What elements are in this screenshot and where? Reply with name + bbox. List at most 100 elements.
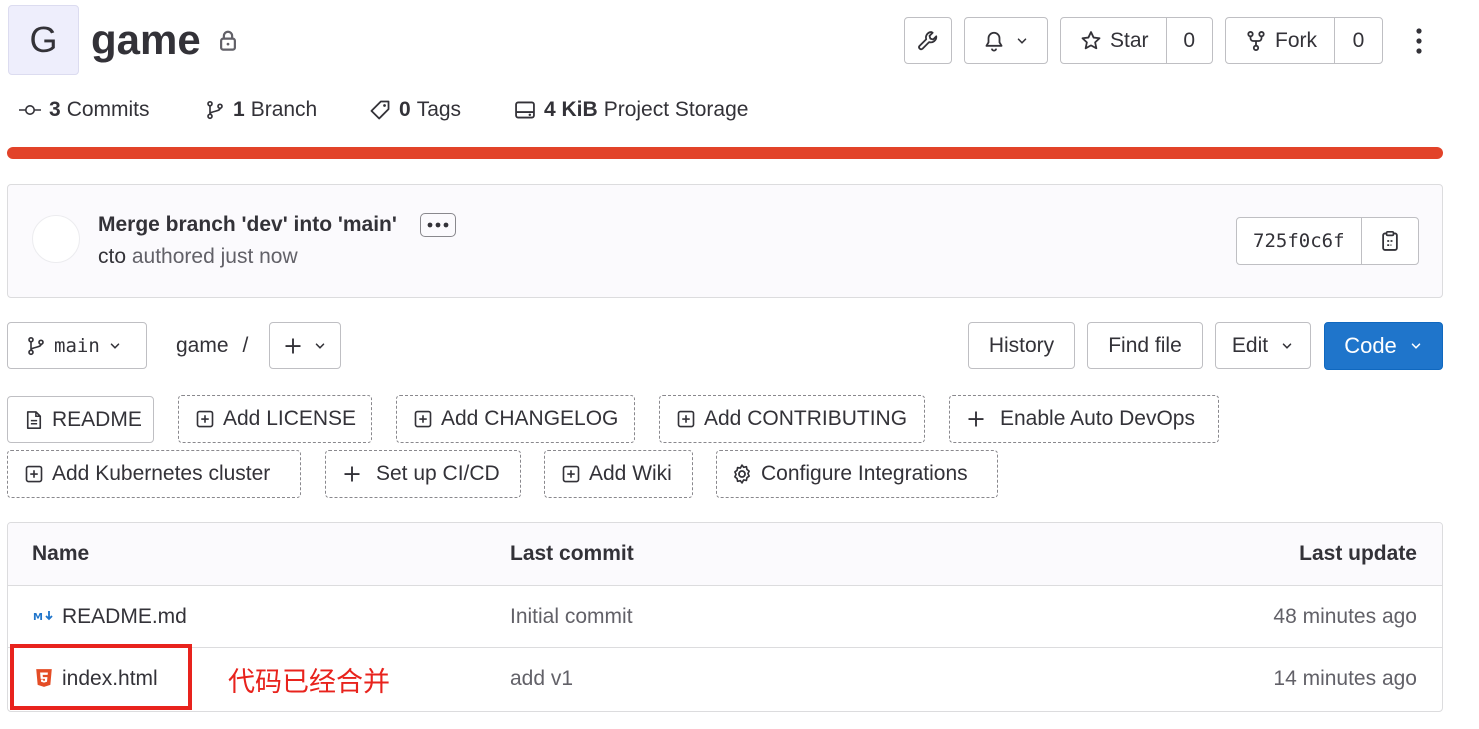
plus-icon	[342, 464, 362, 484]
shortcut-label: Enable Auto DevOps	[1000, 407, 1195, 430]
last-commit-panel: Merge branch 'dev' into 'main' cto autho…	[7, 184, 1443, 298]
code-dropdown[interactable]: Code	[1324, 322, 1443, 370]
find-file-button[interactable]: Find file	[1087, 322, 1203, 369]
code-label: Code	[1344, 333, 1397, 358]
add-license-button[interactable]: Add LICENSE	[178, 395, 372, 443]
fork-label: Fork	[1275, 28, 1317, 52]
chevron-down-icon	[313, 339, 327, 353]
tags-label: Tags	[416, 98, 462, 121]
fork-button-group: Fork 0	[1225, 17, 1383, 64]
project-avatar-letter: G	[29, 19, 58, 60]
copy-sha-button[interactable]	[1362, 218, 1418, 264]
shortcut-label: Add LICENSE	[223, 407, 357, 430]
branch-selector[interactable]: main	[7, 322, 147, 369]
star-icon	[1080, 30, 1102, 52]
notification-dropdown[interactable]	[964, 17, 1048, 64]
plus-square-icon	[561, 464, 581, 484]
chevron-down-icon	[1409, 339, 1423, 353]
branch-icon	[26, 335, 46, 357]
storage-icon	[514, 99, 536, 121]
breadcrumb-root[interactable]: game	[176, 334, 229, 358]
commit-expand-button[interactable]	[420, 213, 456, 237]
branch-name: main	[54, 334, 100, 357]
commit-authored-time: authored just now	[131, 245, 298, 268]
column-header-last-commit: Last commit	[510, 542, 634, 565]
bell-icon	[983, 30, 1005, 52]
edit-label: Edit	[1231, 333, 1269, 357]
branch-label: Branch	[250, 98, 318, 121]
add-to-tree-dropdown[interactable]	[269, 322, 341, 369]
edit-dropdown[interactable]: Edit	[1215, 322, 1311, 369]
author-avatar[interactable]	[32, 215, 80, 263]
project-avatar[interactable]: G	[8, 5, 79, 75]
storage-size: 4 KiB	[544, 98, 598, 121]
file-name[interactable]: README.md	[62, 605, 187, 629]
star-button[interactable]: Star	[1061, 18, 1167, 63]
add-contributing-button[interactable]: Add CONTRIBUTING	[659, 395, 925, 443]
shortcut-label: Configure Integrations	[761, 462, 968, 485]
shortcut-label: Add CONTRIBUTING	[704, 407, 908, 430]
history-button[interactable]: History	[968, 322, 1075, 369]
add-changelog-button[interactable]: Add CHANGELOG	[396, 395, 635, 443]
svg-text:M: M	[33, 612, 43, 623]
annotation-text: 代码已经合并	[228, 667, 390, 698]
settings-button[interactable]	[904, 17, 952, 64]
branch-count: 1	[233, 98, 245, 121]
shortcut-label: README	[52, 407, 142, 431]
readme-button[interactable]: README	[7, 396, 154, 443]
chevron-down-icon	[1015, 34, 1029, 48]
file-last-update: 14 minutes ago	[1273, 667, 1417, 690]
storage-link[interactable]: 4 KiB Project Storage	[514, 98, 748, 122]
tag-icon	[369, 99, 391, 121]
annotation-highlight-box	[10, 644, 192, 710]
commit-icon	[19, 103, 41, 117]
commit-title[interactable]: Merge branch 'dev' into 'main'	[98, 213, 397, 237]
commit-sha[interactable]: 725f0c6f	[1237, 218, 1362, 264]
find-file-label: Find file	[1108, 333, 1182, 357]
tags-link[interactable]: 0 Tags	[369, 98, 461, 122]
file-last-commit[interactable]: Initial commit	[510, 605, 633, 629]
commits-link[interactable]: 3 Commits	[19, 98, 150, 122]
lock-icon	[217, 29, 239, 51]
wrench-icon	[917, 30, 939, 52]
file-last-update: 48 minutes ago	[1273, 605, 1417, 628]
breadcrumb: game /	[176, 334, 248, 358]
copy-icon	[1379, 230, 1401, 252]
storage-label: Project Storage	[603, 98, 749, 121]
column-header-name: Name	[32, 542, 90, 565]
shortcut-label: Add CHANGELOG	[441, 407, 619, 430]
star-count[interactable]: 0	[1167, 29, 1212, 53]
fork-icon	[1245, 30, 1267, 52]
fork-count[interactable]: 0	[1335, 29, 1382, 53]
chevron-down-icon	[108, 339, 122, 353]
plus-square-icon	[195, 409, 215, 429]
plus-square-icon	[676, 409, 696, 429]
breadcrumb-separator: /	[242, 334, 249, 357]
branch-icon	[205, 99, 225, 121]
file-last-commit[interactable]: add v1	[510, 667, 573, 691]
table-row[interactable]	[8, 648, 1442, 710]
shortcut-label: Add Wiki	[589, 462, 672, 485]
project-title: game	[91, 16, 201, 63]
more-actions-button[interactable]	[1405, 22, 1433, 60]
repository-language-bar[interactable]	[7, 147, 1443, 159]
star-button-group: Star 0	[1060, 17, 1213, 64]
shortcut-label: Add Kubernetes cluster	[52, 462, 271, 485]
add-kubernetes-cluster-button[interactable]: Add Kubernetes cluster	[7, 450, 301, 498]
branches-link[interactable]: 1 Branch	[205, 98, 317, 122]
set-up-cicd-button[interactable]: Set up CI/CD	[325, 450, 521, 498]
commit-sha-group: 725f0c6f	[1236, 217, 1419, 265]
enable-auto-devops-button[interactable]: Enable Auto DevOps	[949, 395, 1219, 443]
fork-button[interactable]: Fork	[1226, 18, 1335, 63]
table-row[interactable]	[8, 586, 1442, 647]
configure-integrations-button[interactable]: Configure Integrations	[716, 450, 998, 498]
plus-icon	[966, 409, 986, 429]
commit-meta: cto authored just now	[98, 245, 298, 269]
ellipsis-v-icon	[1416, 28, 1422, 54]
plus-square-icon	[413, 409, 433, 429]
commit-author[interactable]: cto	[98, 245, 126, 268]
add-wiki-button[interactable]: Add Wiki	[544, 450, 693, 498]
shortcut-label: Set up CI/CD	[376, 462, 500, 485]
ellipsis-h-icon	[427, 222, 449, 228]
markdown-icon: M	[33, 609, 55, 623]
